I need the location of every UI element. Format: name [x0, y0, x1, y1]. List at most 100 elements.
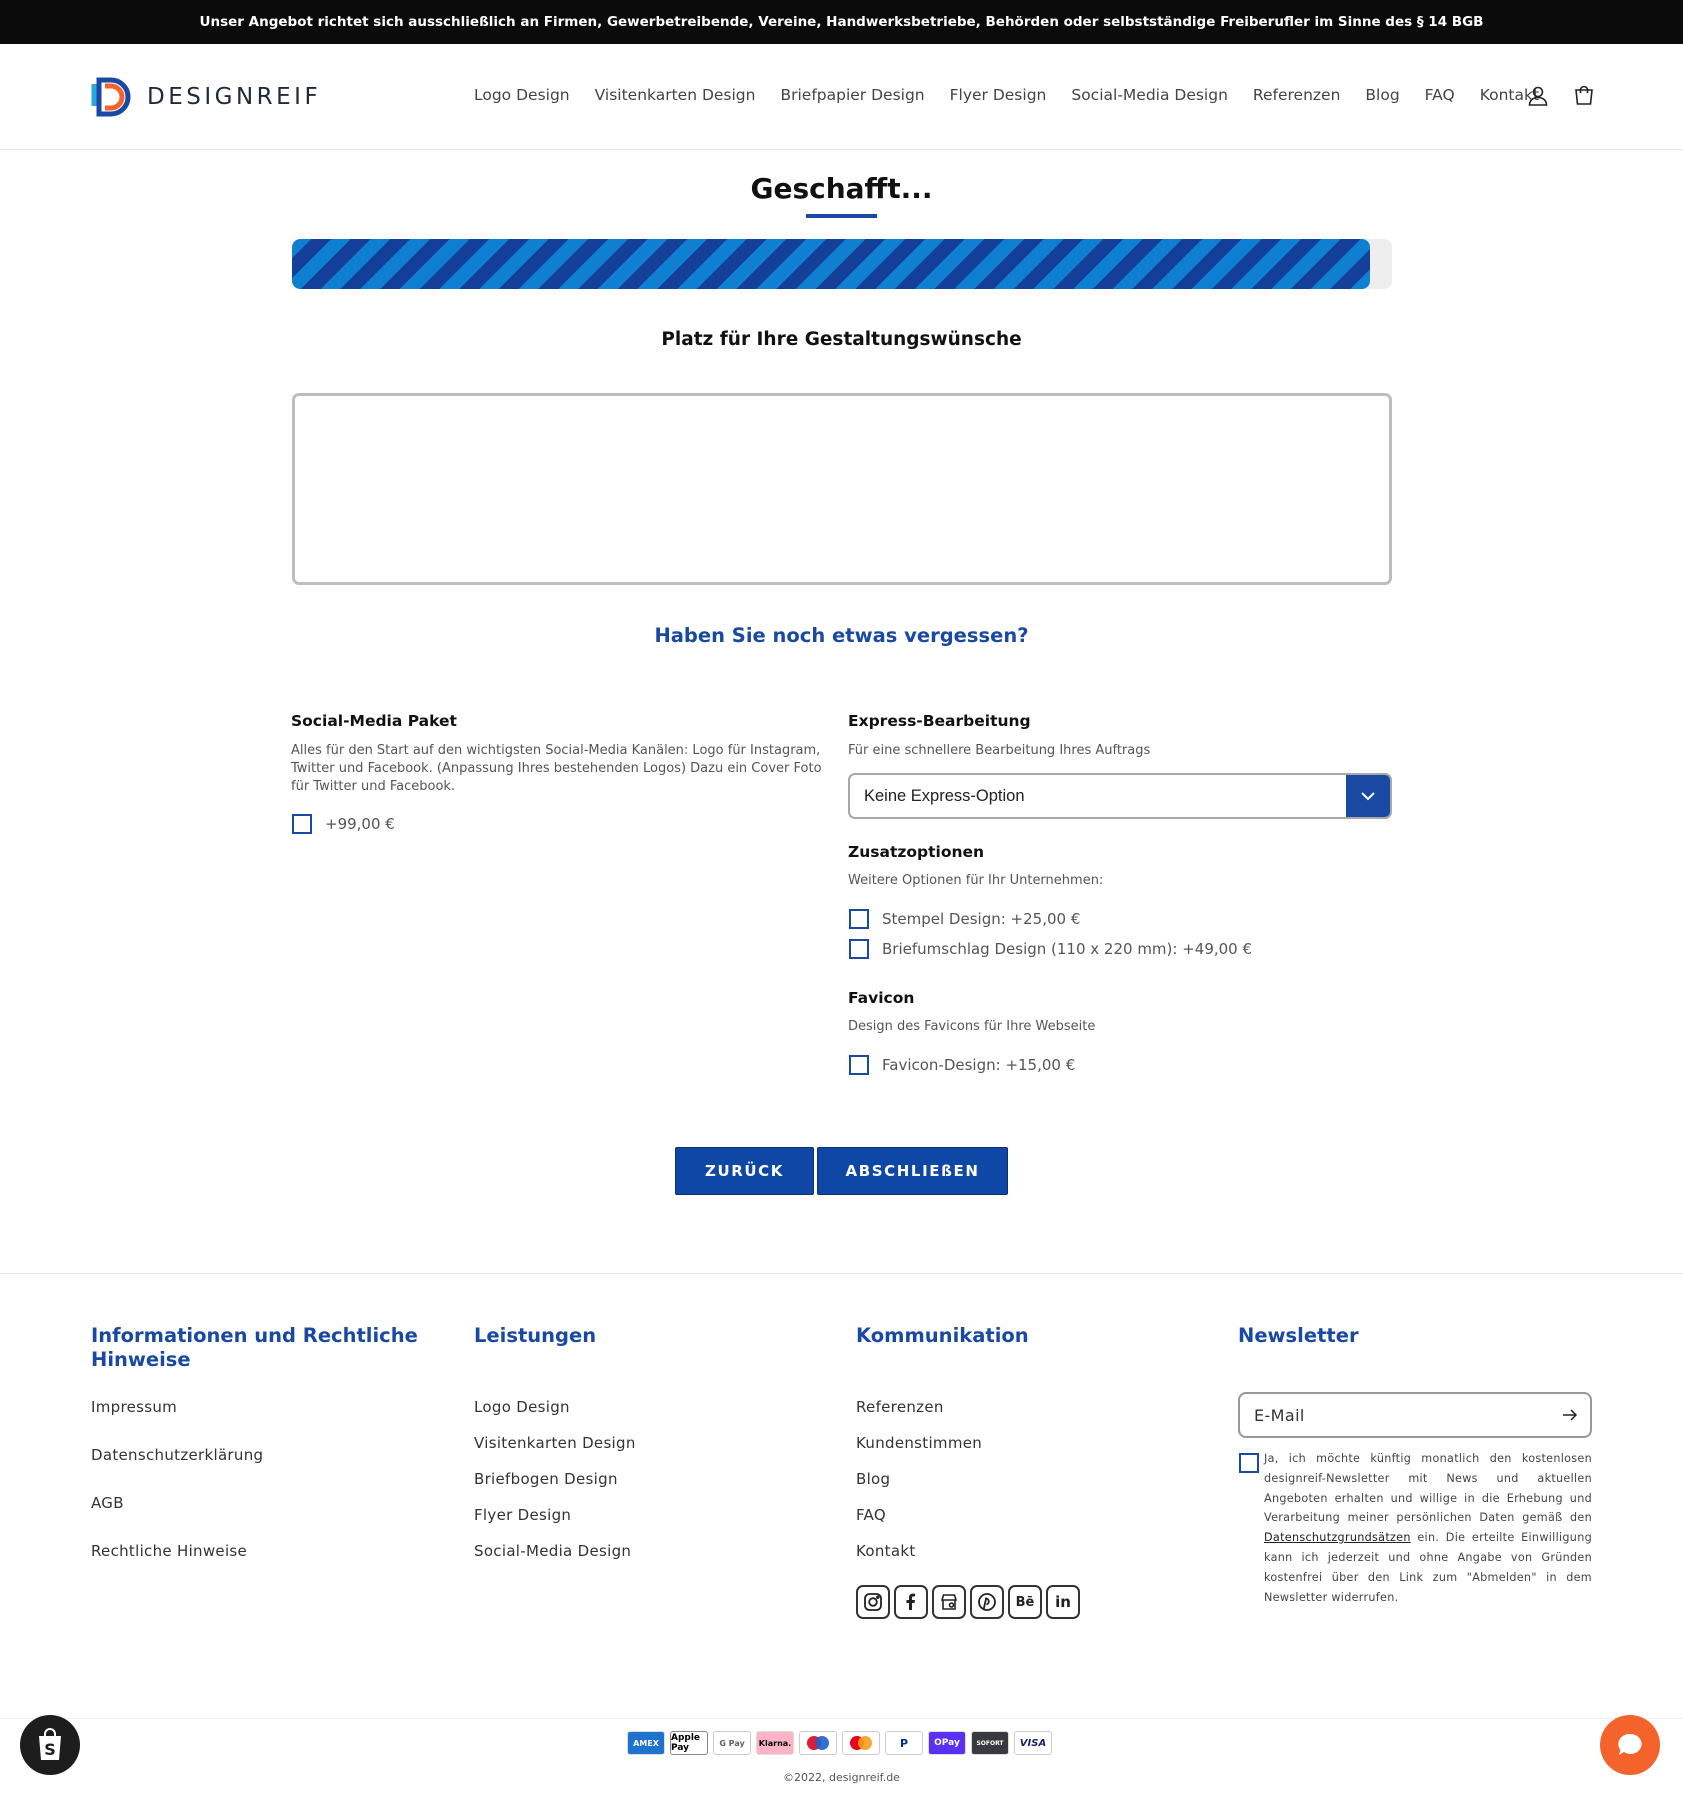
nav-visitenkarten-design[interactable]: Visitenkarten Design [595, 86, 756, 104]
favicon-label: Favicon-Design: +15,00 € [882, 1056, 1076, 1074]
footer-link-flyer-design[interactable]: Flyer Design [474, 1506, 571, 1524]
social-media-checkbox[interactable] [292, 814, 312, 834]
footer-link-briefbogen-design[interactable]: Briefbogen Design [474, 1470, 618, 1488]
nav-flyer-design[interactable]: Flyer Design [950, 86, 1047, 104]
shopify-badge[interactable]: S [20, 1715, 80, 1775]
google-business-icon[interactable] [932, 1585, 966, 1619]
favicon-description: Design des Favicons für Ihre Webseite [848, 1019, 1096, 1034]
designreif-logo-icon [91, 77, 131, 117]
facebook-icon[interactable] [894, 1585, 928, 1619]
design-wishes-textarea[interactable] [292, 393, 1392, 585]
nav-faq[interactable]: FAQ [1425, 86, 1455, 104]
envelope-design-option[interactable]: Briefumschlag Design (110 x 220 mm): +49… [849, 939, 1252, 959]
main-navigation: Logo Design Visitenkarten Design Briefpa… [474, 86, 1539, 104]
progress-fill [292, 239, 1370, 289]
shop-pay-icon: OPay [928, 1731, 966, 1755]
progress-bar [292, 239, 1392, 289]
chat-button[interactable] [1600, 1715, 1660, 1775]
nav-blog[interactable]: Blog [1365, 86, 1399, 104]
wishes-heading: Platz für Ihre Gestaltungswünsche [661, 329, 1022, 350]
instagram-icon[interactable] [856, 1585, 890, 1619]
express-description: Für eine schnellere Bearbeitung Ihres Au… [848, 743, 1151, 758]
social-media-option[interactable]: +99,00 € [292, 814, 395, 834]
title-underline [806, 214, 877, 218]
apple-pay-icon: Apple Pay [670, 1731, 708, 1755]
nav-logo-design[interactable]: Logo Design [474, 86, 570, 104]
footer-link-social-media-design[interactable]: Social-Media Design [474, 1542, 631, 1560]
extras-title: Zusatzoptionen [848, 843, 985, 861]
footer-link-impressum[interactable]: Impressum [91, 1398, 177, 1416]
footer-link-rechtliche-hinweise[interactable]: Rechtliche Hinweise [91, 1542, 247, 1560]
envelope-design-checkbox[interactable] [849, 939, 869, 959]
favicon-title: Favicon [848, 989, 915, 1007]
user-icon[interactable] [1526, 84, 1550, 108]
newsletter-consent-text: Ja, ich möchte künftig monatlich den kos… [1264, 1449, 1592, 1607]
amex-icon: AMEX [627, 1731, 665, 1755]
favicon-option[interactable]: Favicon-Design: +15,00 € [849, 1055, 1075, 1075]
stamp-design-option[interactable]: Stempel Design: +25,00 € [849, 909, 1080, 929]
linkedin-icon[interactable]: in [1046, 1585, 1080, 1619]
maestro-icon [799, 1731, 837, 1755]
stamp-design-label: Stempel Design: +25,00 € [882, 910, 1081, 928]
footer-info-heading: Informationen und Rechtliche Hinweise [91, 1324, 418, 1371]
chat-bubble-icon [1618, 1733, 1642, 1755]
social-media-title: Social-Media Paket [291, 712, 457, 730]
shopping-bag-icon: S [39, 1728, 61, 1760]
forgot-heading: Haben Sie noch etwas vergessen? [654, 624, 1029, 647]
nav-social-media-design[interactable]: Social-Media Design [1071, 86, 1228, 104]
nav-referenzen[interactable]: Referenzen [1253, 86, 1341, 104]
behance-icon[interactable]: Bē [1008, 1585, 1042, 1619]
footer-link-datenschutz[interactable]: Datenschutzerklärung [91, 1446, 263, 1464]
header-icons [1526, 84, 1596, 108]
express-select[interactable]: Keine Express-Option [848, 773, 1392, 819]
social-icons: Bē in [856, 1585, 1080, 1619]
klarna-icon: Klarna. [756, 1731, 794, 1755]
stamp-design-checkbox[interactable] [849, 909, 869, 929]
footer-link-logo-design[interactable]: Logo Design [474, 1398, 570, 1416]
paypal-icon: P [885, 1731, 923, 1755]
express-select-value: Keine Express-Option [864, 787, 1025, 805]
pinterest-icon[interactable] [970, 1585, 1004, 1619]
footer-link-kontakt[interactable]: Kontakt [856, 1542, 916, 1560]
sofort-icon: SOFORT [971, 1731, 1009, 1755]
footer-divider [0, 1273, 1683, 1274]
nav-briefpapier-design[interactable]: Briefpapier Design [780, 86, 924, 104]
footer-communication-heading: Kommunikation [856, 1324, 1029, 1347]
footer-link-faq[interactable]: FAQ [856, 1506, 886, 1524]
consent-text-part: Ja, ich möchte künftig monatlich den kos… [1264, 1452, 1592, 1525]
extras-description: Weitere Optionen für Ihr Unternehmen: [848, 873, 1104, 888]
visa-icon: VISA [1014, 1731, 1052, 1755]
footer-link-visitenkarten-design[interactable]: Visitenkarten Design [474, 1434, 636, 1452]
bottom-divider [0, 1718, 1683, 1719]
social-media-description: Alles für den Start auf den wichtigsten … [291, 743, 822, 794]
mastercard-icon [842, 1731, 880, 1755]
page-title: Geschafft... [750, 172, 933, 205]
copyright: ©2022, designreif.de [783, 1771, 900, 1784]
arrow-right-icon[interactable] [1560, 1405, 1580, 1425]
privacy-policy-link[interactable]: Datenschutzgrundsätzen [1264, 1531, 1411, 1544]
footer-link-agb[interactable]: AGB [91, 1494, 124, 1512]
express-select-toggle[interactable] [1346, 775, 1390, 817]
cart-icon[interactable] [1572, 84, 1596, 108]
express-title: Express-Bearbeitung [848, 712, 1031, 730]
google-pay-icon: G Pay [713, 1731, 751, 1755]
announcement-text: Unser Angebot richtet sich ausschließlic… [199, 14, 1484, 30]
announcement-bar: Unser Angebot richtet sich ausschließlic… [0, 0, 1683, 44]
favicon-checkbox[interactable] [849, 1055, 869, 1075]
finish-button[interactable]: ABSCHLIEßEN [817, 1147, 1008, 1195]
footer-link-blog[interactable]: Blog [856, 1470, 890, 1488]
social-media-price: +99,00 € [325, 815, 395, 833]
payment-icons: AMEX Apple Pay G Pay Klarna. P OPay SOFO… [627, 1731, 1052, 1755]
footer-services-heading: Leistungen [474, 1324, 597, 1347]
footer-link-kundenstimmen[interactable]: Kundenstimmen [856, 1434, 982, 1452]
logo-wordmark: DESIGNREIF [147, 84, 322, 110]
site-logo[interactable]: DESIGNREIF [91, 74, 321, 120]
newsletter-email-placeholder: E-Mail [1254, 1406, 1305, 1425]
site-header: DESIGNREIF Logo Design Visitenkarten Des… [0, 44, 1683, 150]
newsletter-email-field[interactable]: E-Mail [1238, 1392, 1592, 1438]
footer-link-referenzen[interactable]: Referenzen [856, 1398, 944, 1416]
envelope-design-label: Briefumschlag Design (110 x 220 mm): +49… [882, 940, 1253, 958]
chevron-down-icon [1361, 792, 1375, 801]
back-button[interactable]: ZURÜCK [675, 1147, 814, 1195]
newsletter-consent-checkbox[interactable] [1239, 1453, 1259, 1473]
